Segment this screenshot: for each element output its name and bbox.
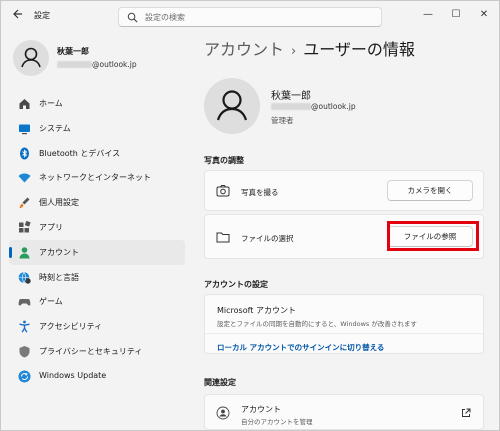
maximize-button[interactable]: ☐ <box>448 7 464 23</box>
related-settings-heading: 関連設定 <box>204 378 236 387</box>
home-icon <box>19 99 30 109</box>
search-icon <box>127 12 138 23</box>
globe-clock-icon <box>18 271 31 284</box>
sidebar-item-network[interactable]: ネットワークとインターネット <box>9 165 185 190</box>
shield-icon <box>19 345 30 358</box>
gamepad-icon <box>18 299 31 306</box>
sidebar-item-accessibility[interactable]: アクセシビリティ <box>9 314 185 339</box>
apps-icon <box>19 220 31 233</box>
person-icon <box>21 47 41 68</box>
breadcrumb: アカウント › ユーザーの情報 <box>204 36 415 60</box>
photo-section-heading: 写真の調整 <box>204 156 244 165</box>
sidebar-item-gaming[interactable]: ゲーム <box>9 289 185 314</box>
related-account-title: アカウント <box>241 405 281 414</box>
microsoft-account-card: Microsoft アカウント 設定とファイルの同期を自動的にすると、Windo… <box>204 294 484 354</box>
profile-name: 秋葉一郎 <box>57 47 89 56</box>
redacted-email-part <box>57 61 92 68</box>
user-name: 秋葉一郎 <box>271 91 311 102</box>
divider <box>205 333 483 334</box>
breadcrumb-parent[interactable]: アカウント <box>204 40 284 59</box>
wifi-icon <box>18 173 31 183</box>
page-title: ユーザーの情報 <box>303 40 415 59</box>
camera-icon <box>216 185 230 197</box>
minimize-button[interactable]: — <box>420 7 436 23</box>
search-input[interactable] <box>145 10 365 24</box>
choose-file-label: ファイルの選択 <box>241 234 294 243</box>
breadcrumb-separator: › <box>291 44 297 59</box>
account-icon <box>19 246 30 259</box>
back-arrow-icon[interactable] <box>10 8 26 24</box>
sidebar-nav: ホーム システム Bluetooth とデバイス ネットワークとインターネット … <box>9 91 185 389</box>
take-photo-label: 写真を撮る <box>241 188 279 197</box>
sidebar-item-privacy[interactable]: プライバシーとセキュリティ <box>9 339 185 364</box>
user-role: 管理者 <box>271 116 294 125</box>
sidebar-item-personalization[interactable]: 個人用設定 <box>9 190 185 215</box>
microsoft-account-description: 設定とファイルの同期を自動的にすると、Windows が改善されます <box>217 320 417 328</box>
redacted-email-part <box>271 103 311 110</box>
sidebar-item-windows-update[interactable]: Windows Update <box>9 364 185 389</box>
sidebar-item-system[interactable]: システム <box>9 116 185 141</box>
profile-email: @outlook.jp <box>57 60 137 69</box>
title-bar: 設定 — ☐ ✕ <box>1 1 499 33</box>
switch-to-local-account-link[interactable]: ローカル アカウントでのサインインに切り替える <box>217 342 384 353</box>
search-box[interactable] <box>118 7 382 27</box>
account-settings-heading: アカウントの設定 <box>204 280 268 289</box>
close-button[interactable]: ✕ <box>476 7 492 23</box>
user-email: @outlook.jp <box>271 102 356 111</box>
sidebar-item-accounts[interactable]: アカウント <box>9 239 185 265</box>
app-title: 設定 <box>34 11 50 20</box>
microsoft-account-title: Microsoft アカウント <box>217 306 296 315</box>
red-highlight-frame <box>387 221 479 251</box>
user-avatar <box>204 78 260 134</box>
person-icon <box>216 90 248 121</box>
take-photo-card: 写真を撮る カメラを開く <box>204 170 484 211</box>
sidebar-item-home[interactable]: ホーム <box>9 91 185 116</box>
sidebar-item-apps[interactable]: アプリ <box>9 215 185 240</box>
person-icon <box>216 406 230 420</box>
brush-icon <box>19 197 30 209</box>
open-external-icon[interactable] <box>461 408 471 418</box>
sidebar-profile: 秋葉一郎 @outlook.jp <box>13 40 183 76</box>
open-camera-button[interactable]: カメラを開く <box>387 180 473 201</box>
related-account-subtitle: 自分のアカウントを管理 <box>241 418 313 426</box>
system-icon <box>19 124 30 134</box>
settings-window: 設定 — ☐ ✕ 秋葉一郎 @outlook.jp ホーム システム Bluet… <box>0 0 500 431</box>
update-icon <box>18 370 31 383</box>
sidebar-item-bluetooth[interactable]: Bluetooth とデバイス <box>9 141 185 166</box>
folder-icon <box>216 232 230 243</box>
selection-indicator <box>9 246 12 258</box>
accessibility-icon <box>19 320 30 333</box>
bluetooth-icon <box>20 147 29 160</box>
sidebar-item-time-language[interactable]: 時刻と言語 <box>9 265 185 290</box>
related-account-card[interactable]: アカウント 自分のアカウントを管理 <box>204 394 484 430</box>
avatar <box>13 40 49 76</box>
